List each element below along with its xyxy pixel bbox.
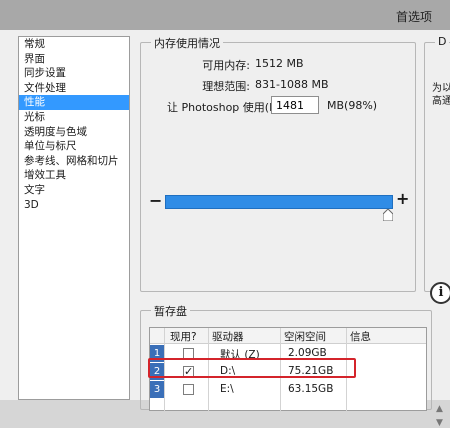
active-checkbox[interactable]: ✓ [183,366,194,377]
sidebar-item-performance[interactable]: 性能 [19,95,129,110]
ideal-range-label: 理想范围: [202,80,250,93]
available-memory-value: 1512 MB [255,57,304,70]
sidebar-item-general[interactable]: 常规 [19,37,129,52]
sidebar-item-units-rulers[interactable]: 单位与标尺 [19,139,129,154]
description-legend: D [435,35,450,48]
ideal-range-value: 831-1088 MB [255,78,329,91]
description-line-2: 高通 [432,96,450,107]
table-row[interactable]: 1 默认 (Z) 2.09GB [150,345,426,362]
free-space-cell: 2.09GB [288,347,327,359]
memory-slider-track[interactable] [165,195,393,209]
scratch-disks-legend: 暂存盘 [151,303,190,319]
free-space-cell: 63.15GB [288,383,334,395]
drive-cell: 默认 (Z) [220,349,260,361]
memory-amount-unit: MB(98%) [327,99,378,112]
sidebar-item-transparency[interactable]: 透明度与色域 [19,125,129,140]
column-header-info: 信息 [350,331,371,343]
row-index: 3 [150,381,164,398]
sidebar-item-sync-settings[interactable]: 同步设置 [19,66,129,81]
sidebar-item-cursors[interactable]: 光标 [19,110,129,125]
drive-cell: D:\ [220,365,236,377]
row-index: 2 [150,363,164,380]
move-down-arrow-icon[interactable]: ▼ [436,418,443,428]
window-title: 首选项 [395,10,432,24]
column-header-free-space: 空闲空间 [284,331,326,343]
table-header: 现用? 驱动器 空闲空间 信息 [150,328,426,344]
drive-cell: E:\ [220,383,234,395]
active-checkbox[interactable] [183,348,194,359]
table-row[interactable]: 2 ✓ D:\ 75.21GB [150,363,426,380]
sidebar: 常规 界面 同步设置 文件处理 性能 光标 透明度与色域 单位与标尺 参考线、网… [18,36,130,400]
sidebar-item-guides-grid[interactable]: 参考线、网格和切片 [19,154,129,169]
sidebar-item-file-handling[interactable]: 文件处理 [19,81,129,96]
memory-slider-thumb[interactable] [383,209,394,221]
sidebar-item-3d[interactable]: 3D [19,198,129,213]
description-group: D [424,35,450,292]
description-text: 为以 高通 [432,82,450,108]
sidebar-item-plugins[interactable]: 增效工具 [19,168,129,183]
preferences-window: 首选项 常规 界面 同步设置 文件处理 性能 光标 透明度与色域 单位与标尺 参… [0,0,450,428]
active-checkbox[interactable] [183,384,194,395]
row-index: 1 [150,345,164,362]
title-bar: 首选项 [0,0,450,30]
column-header-active: 现用? [170,331,197,343]
sidebar-item-interface[interactable]: 界面 [19,52,129,67]
memory-usage-group: 内存使用情况 可用内存: 1512 MB 理想范围: 831-1088 MB 让… [140,35,416,292]
info-icon: i [430,282,450,304]
description-line-1: 为以 [432,83,450,94]
table-row[interactable]: 3 E:\ 63.15GB [150,381,426,398]
photoshop-use-label: 让 Photoshop 使用(L): [167,101,284,114]
sidebar-item-type[interactable]: 文字 [19,183,129,198]
column-header-drive: 驱动器 [212,331,244,343]
dialog-content: 常规 界面 同步设置 文件处理 性能 光标 透明度与色域 单位与标尺 参考线、网… [0,30,450,428]
decrease-memory-button[interactable]: − [149,191,162,210]
move-up-arrow-icon[interactable]: ▲ [436,404,443,414]
increase-memory-button[interactable]: + [396,189,409,208]
memory-usage-legend: 内存使用情况 [151,35,223,51]
free-space-cell: 75.21GB [288,365,334,377]
scratch-disks-table: 现用? 驱动器 空闲空间 信息 1 默认 (Z) 2.09GB 2 ✓ D:\ … [149,327,427,412]
scratch-disks-group: 暂存盘 现用? 驱动器 空闲空间 信息 1 默认 (Z) 2.09GB 2 ✓ … [140,303,432,412]
available-memory-label: 可用内存: [202,59,250,72]
memory-amount-input[interactable] [271,96,319,114]
